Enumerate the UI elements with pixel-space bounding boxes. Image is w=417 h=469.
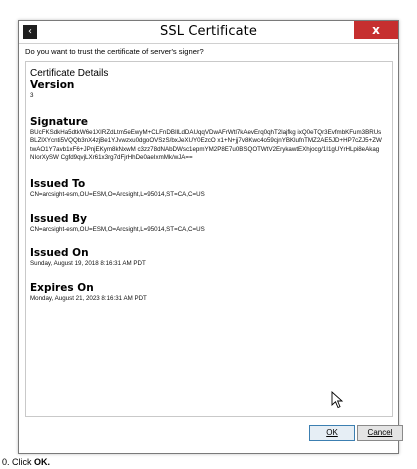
caption-text: 0. Click <box>2 457 35 467</box>
ok-button[interactable]: OK <box>309 425 355 441</box>
caption-bold: OK. <box>34 457 51 467</box>
dialog-title: SSL Certificate <box>160 24 257 39</box>
issued-on-value: Sunday, August 19, 2018 8:16:31 AM PDT <box>30 260 146 268</box>
signature-label: Signature <box>30 115 89 128</box>
certificate-details-panel[interactable]: Certificate Details Version 3 Signature … <box>25 61 393 417</box>
title-bar[interactable]: ‹ SSL Certificate x <box>19 21 398 44</box>
ssl-certificate-dialog: ‹ SSL Certificate x Do you want to trust… <box>18 20 403 454</box>
instruction-caption: 0. Click OK. <box>2 457 50 467</box>
close-button[interactable]: x <box>354 21 398 39</box>
signature-value: BUcFKSdkHa5dtkW6e1XIRZdLtm5eEwyM+CLFnDBI… <box>30 128 382 162</box>
issued-to-value: CN=arcsight-esm,OU=ESM,O=Arcsight,L=9501… <box>30 190 205 198</box>
issued-on-label: Issued On <box>30 247 89 260</box>
trust-question: Do you want to trust the certificate of … <box>25 47 204 56</box>
mouse-pointer-icon <box>331 391 344 409</box>
version-label: Version <box>30 79 75 91</box>
cancel-button[interactable]: Cancel <box>357 425 403 441</box>
issued-by-value: CN=arcsight-esm,OU=ESM,O=Arcsight,L=9501… <box>30 225 205 233</box>
issued-to-label: Issued To <box>30 177 86 190</box>
details-heading: Certificate Details <box>30 68 109 79</box>
issued-by-label: Issued By <box>30 212 88 225</box>
version-value: 3 <box>30 92 34 99</box>
expires-on-value: Monday, August 21, 2023 8:16:31 AM PDT <box>30 294 147 302</box>
expires-on-label: Expires On <box>30 281 94 294</box>
